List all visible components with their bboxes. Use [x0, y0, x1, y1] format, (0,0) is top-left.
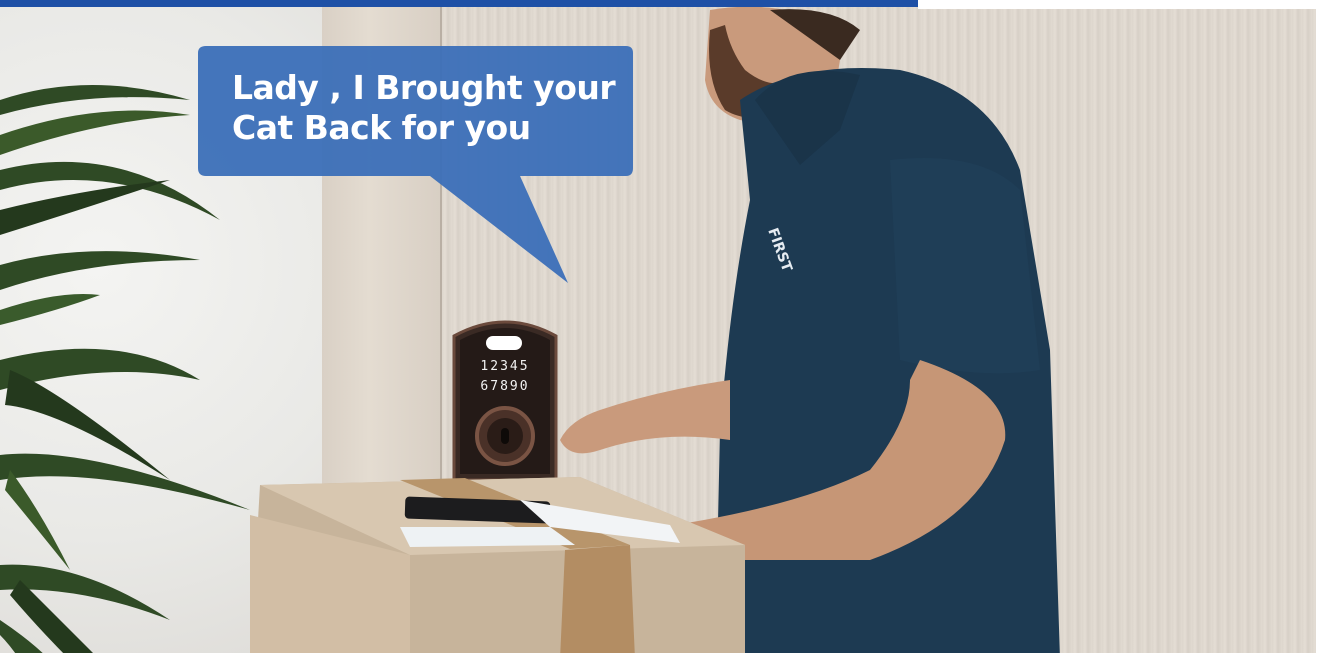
photo-scene: Lady , I Brought your Cat Back for you 1…	[0, 0, 1324, 659]
accent-bar	[0, 0, 918, 7]
keypad-row-1: 12345	[480, 359, 530, 374]
top-border	[918, 0, 1324, 9]
cardboard-box	[250, 477, 745, 659]
keypad-row-2: 67890	[480, 379, 530, 394]
lock-keypad: 12345 67890	[464, 357, 546, 397]
right-border	[1316, 9, 1324, 659]
bottom-border	[0, 653, 1324, 659]
